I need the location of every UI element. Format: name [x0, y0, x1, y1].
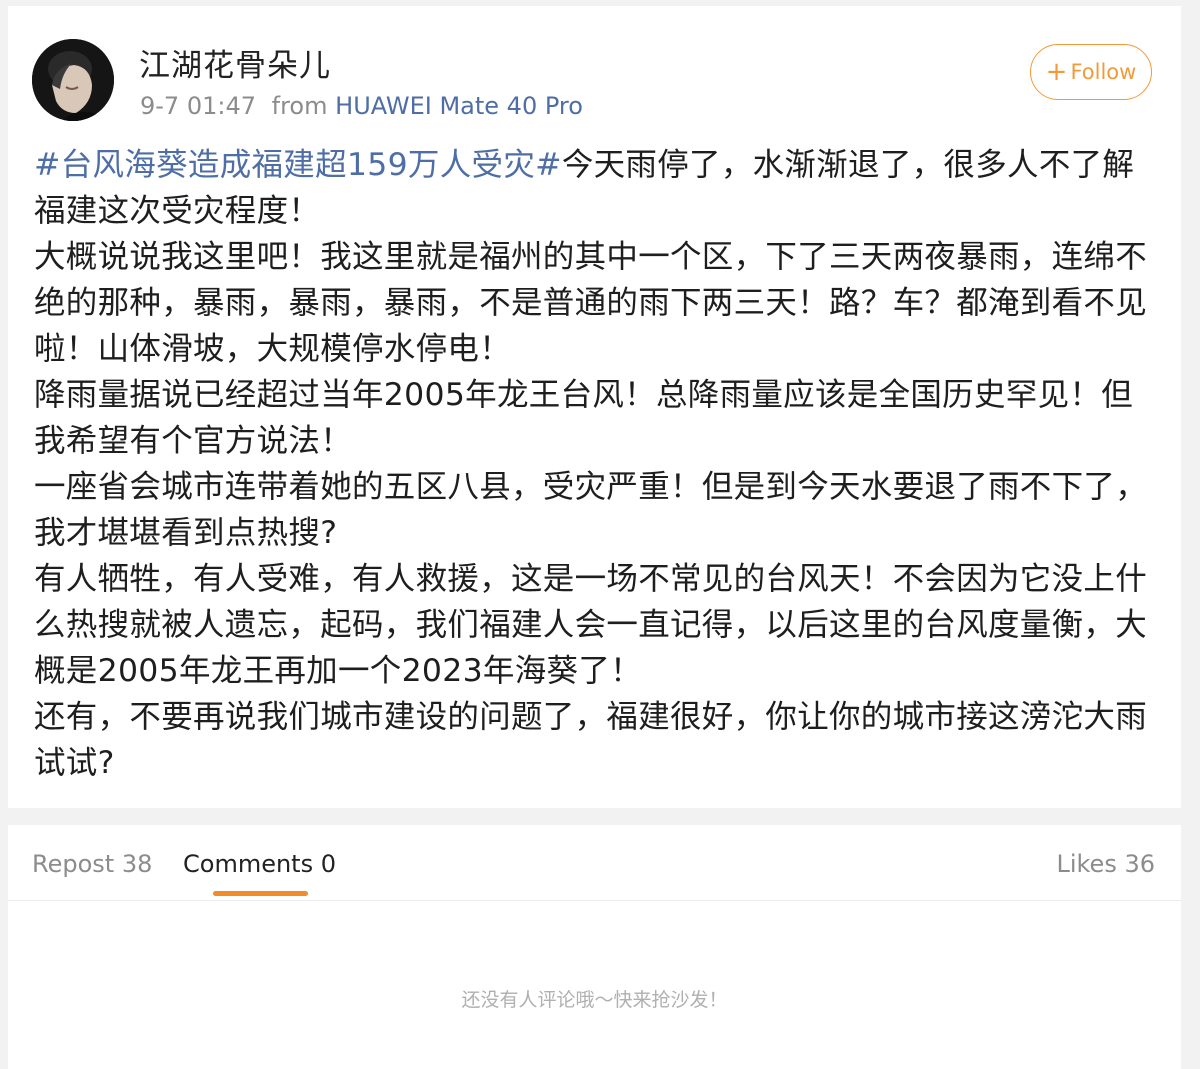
- from-label: from: [271, 92, 328, 120]
- post-meta: 9-7 01:47 from HUAWEI Mate 40 Pro: [140, 92, 583, 120]
- interaction-panel: Repost 38 Comments 0 Likes 36 还没有人评论哦～快来…: [8, 825, 1181, 1069]
- username[interactable]: 江湖花骨朵儿: [139, 40, 331, 85]
- post-card: 江湖花骨朵儿 9-7 01:47 from HUAWEI Mate 40 Pro…: [8, 6, 1181, 808]
- active-tab-indicator: [213, 891, 308, 896]
- post-paragraph: 降雨量据说已经超过当年2005年龙王台风！总降雨量应该是全国历史罕见！但我希望有…: [34, 377, 1133, 459]
- post-paragraph: 还有，不要再说我们城市建设的问题了，福建很好，你让你的城市接这滂沱大雨试试?: [34, 699, 1148, 781]
- plus-icon: +: [1045, 57, 1068, 87]
- post-time: 9-7 01:47: [140, 92, 256, 120]
- tab-repost[interactable]: Repost 38: [32, 850, 152, 878]
- follow-label: Follow: [1070, 60, 1137, 84]
- post-paragraph: 一座省会城市连带着她的五区八县，受灾严重！但是到今天水要退了雨不下了，我才堪堪看…: [34, 469, 1148, 551]
- tab-comments[interactable]: Comments 0: [183, 850, 336, 878]
- tab-likes[interactable]: Likes 36: [1056, 850, 1155, 878]
- empty-comments-message: 还没有人评论哦～快来抢沙发！: [461, 989, 728, 1011]
- post-paragraph: 大概说说我这里吧！我这里就是福州的其中一个区，下了三天两夜暴雨，连绵不绝的那种，…: [34, 239, 1148, 367]
- post-paragraph: #台风海葵造成福建超159万人受灾#今天雨停了，水渐渐退了，很多人不了解福建这次…: [34, 142, 1164, 234]
- hashtag-link[interactable]: #台风海葵造成福建超159万人受灾#: [34, 147, 562, 183]
- avatar[interactable]: [32, 39, 114, 121]
- divider: [8, 900, 1181, 901]
- post-paragraph: 有人牺牲，有人受难，有人救援，这是一场不常见的台风天！不会因为它没上什么热搜就被…: [34, 561, 1148, 689]
- user-avatar-photo: [32, 39, 114, 121]
- post-body: #台风海葵造成福建超159万人受灾#今天雨停了，水渐渐退了，很多人不了解福建这次…: [34, 142, 1164, 786]
- follow-button[interactable]: + Follow: [1030, 44, 1152, 100]
- device-link[interactable]: HUAWEI Mate 40 Pro: [335, 92, 583, 120]
